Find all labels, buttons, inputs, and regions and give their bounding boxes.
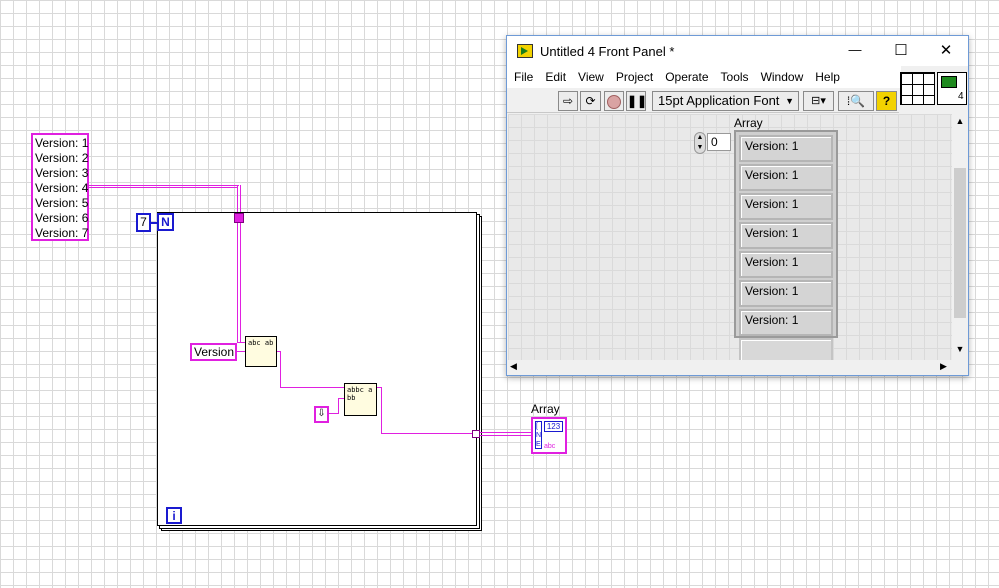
loop-count-terminal[interactable]: N	[157, 213, 174, 231]
version-list-constant[interactable]: Version: 1 Version: 2 Version: 3 Version…	[31, 133, 89, 241]
string-wire[interactable]	[240, 223, 241, 343]
font-selector-label: 15pt Application Font	[658, 93, 780, 108]
menu-bar: File Edit View Project Operate Tools Window Hel…	[507, 66, 901, 88]
menu-help[interactable]: Help	[809, 66, 846, 88]
string-wire[interactable]	[237, 223, 238, 343]
version-line: Version: 3	[35, 166, 89, 180]
horizontal-scrollbar[interactable]: ◀ ▶	[508, 360, 952, 375]
pause-icon[interactable]: ❚❚	[626, 91, 647, 111]
connector-pane[interactable]	[900, 72, 935, 105]
labview-app-icon	[517, 44, 533, 58]
string-wire[interactable]	[237, 351, 245, 352]
front-panel-canvas[interactable]: Array ▲ ▼ 0 Version: 1 Version: 1 Version…	[508, 114, 952, 365]
align-objects-icon[interactable]: ⊟▾	[803, 91, 834, 111]
indicator-type: 123	[544, 421, 563, 432]
input-tunnel[interactable]	[234, 213, 244, 223]
small-string-constant[interactable]: ⇩	[314, 406, 329, 423]
string-function-icon[interactable]: abc ab	[245, 336, 277, 367]
scroll-left-icon[interactable]: ◀	[510, 361, 517, 372]
index-spinner[interactable]: ▲ ▼	[694, 132, 706, 154]
vi-icon-number: 4	[958, 91, 964, 102]
replace-substring-icon[interactable]: abbc a bb	[344, 383, 377, 416]
for-loop-structure[interactable]	[157, 212, 477, 526]
array-element[interactable]: Version: 1	[739, 309, 833, 336]
string-wire[interactable]	[89, 185, 239, 186]
vi-icon[interactable]: 4	[937, 72, 967, 105]
version-line: Version: 7	[35, 226, 89, 240]
array-index-value: 0	[711, 135, 718, 149]
array-label: Array	[734, 116, 763, 130]
vi-icon-graphic	[941, 76, 957, 88]
array-element[interactable]: Version: 1	[739, 222, 833, 249]
menu-project[interactable]: Project	[610, 66, 659, 88]
font-selector[interactable]: 15pt Application Font ▼	[652, 91, 799, 111]
toolbar: ⇨ ⟳ ❚❚ 15pt Application Font ▼ ⊟▾ ⁞🔍 ?	[507, 89, 899, 113]
func-icon-text: abc ab	[248, 339, 274, 347]
array-element[interactable]: Version: 1	[739, 280, 833, 307]
array-wire[interactable]	[480, 435, 532, 436]
search-string-text: Version	[194, 345, 235, 359]
string-wire[interactable]	[280, 351, 281, 388]
help-label: ?	[882, 94, 891, 108]
array-indicator[interactable]: [N E 123 abc	[531, 417, 567, 454]
array-element[interactable]: Version: 1	[739, 135, 833, 162]
title-bar[interactable]: Untitled 4 Front Panel * — ☐ ✕	[507, 36, 968, 66]
array-index-display[interactable]: 0	[707, 133, 731, 151]
menu-edit[interactable]: Edit	[539, 66, 572, 88]
run-arrow-icon[interactable]: ⇨	[558, 91, 578, 111]
menu-operate[interactable]: Operate	[659, 66, 714, 88]
string-wire[interactable]	[280, 387, 344, 388]
version-line: Version: 6	[35, 211, 89, 225]
search-string-constant[interactable]: Version	[190, 343, 237, 361]
menu-window[interactable]: Window	[755, 66, 810, 88]
window-title: Untitled 4 Front Panel *	[540, 44, 675, 59]
menu-view[interactable]: View	[572, 66, 610, 88]
scroll-up-icon[interactable]: ▲	[952, 116, 968, 126]
version-line: Version: 2	[35, 151, 89, 165]
array-wire[interactable]	[480, 432, 532, 433]
scroll-right-icon[interactable]: ▶	[940, 361, 947, 372]
maximize-button[interactable]: ☐	[889, 41, 913, 59]
indicator-index: [N E	[535, 421, 542, 449]
version-line: Version: 5	[35, 196, 89, 210]
version-line: Version: 4	[35, 181, 89, 195]
minimize-button[interactable]: —	[843, 42, 867, 57]
abort-icon[interactable]	[604, 91, 624, 111]
output-tunnel[interactable]	[472, 430, 480, 438]
scroll-down-icon[interactable]: ▼	[952, 344, 968, 354]
menu-file[interactable]: File	[508, 66, 539, 88]
close-button[interactable]: ✕	[934, 41, 958, 59]
array-element[interactable]: Version: 1	[739, 251, 833, 278]
array-control[interactable]: Version: 1 Version: 1 Version: 1 Version…	[734, 130, 838, 365]
front-panel-window[interactable]: Untitled 4 Front Panel * — ☐ ✕ File Edit V…	[506, 35, 969, 376]
string-wire[interactable]	[381, 387, 382, 434]
vertical-scrollbar[interactable]: ▲ ▼	[952, 114, 968, 360]
func-icon-text: abbc a bb	[347, 386, 373, 402]
context-help-icon[interactable]: ?	[876, 91, 897, 111]
iteration-terminal[interactable]: i	[166, 507, 182, 524]
menu-tools[interactable]: Tools	[715, 66, 755, 88]
indicator-abc: abc	[544, 443, 556, 450]
array-element[interactable]: Version: 1	[739, 193, 833, 220]
version-line: Version: 1	[35, 136, 89, 150]
string-wire[interactable]	[338, 398, 339, 414]
string-wire[interactable]	[381, 433, 473, 434]
run-continuous-icon[interactable]: ⟳	[580, 91, 601, 111]
array-indicator-label: Array	[531, 402, 560, 416]
string-wire[interactable]	[237, 342, 245, 343]
dropdown-arrow-icon: ▼	[785, 96, 794, 106]
array-element[interactable]: Version: 1	[739, 164, 833, 191]
scroll-thumb[interactable]	[954, 168, 966, 318]
loop-count-constant[interactable]: 7	[136, 213, 151, 232]
search-icon[interactable]: ⁞🔍	[838, 91, 874, 111]
string-wire[interactable]	[89, 187, 237, 188]
